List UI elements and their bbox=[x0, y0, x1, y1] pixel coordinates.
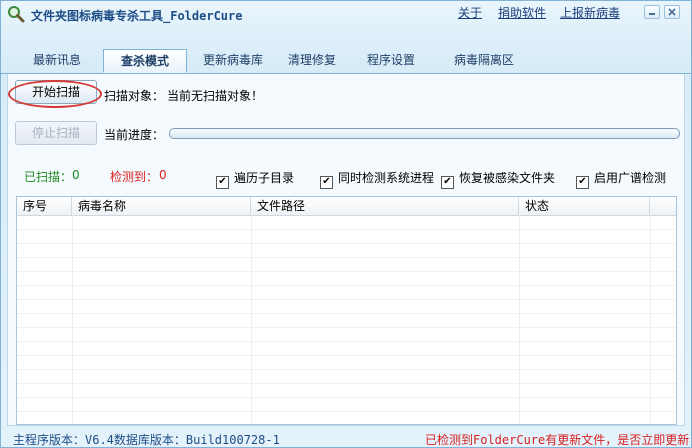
app-title: 文件夹图标病毒专杀工具_FolderCure bbox=[31, 9, 243, 23]
minimize-icon bbox=[649, 13, 655, 15]
scanned-label: 已扫描： bbox=[24, 170, 73, 184]
table-row bbox=[17, 397, 676, 398]
column-divider bbox=[519, 215, 520, 424]
table-row bbox=[17, 369, 676, 370]
scanned-count: 0 bbox=[72, 168, 80, 182]
table-row bbox=[17, 271, 676, 272]
tab-bar: 最新讯息 查杀模式 更新病毒库 清理修复 程序设置 病毒隔离区 bbox=[1, 49, 691, 74]
table-row bbox=[17, 341, 676, 342]
checkmark-icon: ✔ bbox=[576, 176, 589, 189]
detected-label: 检测到： bbox=[110, 170, 159, 184]
table-row bbox=[17, 355, 676, 356]
donate-link[interactable]: 捐助软件 bbox=[498, 4, 546, 21]
column-divider bbox=[72, 215, 73, 424]
table-row bbox=[17, 299, 676, 300]
checkmark-icon: ✔ bbox=[216, 176, 229, 189]
tab-latest-news[interactable]: 最新讯息 bbox=[19, 49, 95, 72]
minimize-button[interactable] bbox=[644, 5, 660, 19]
tab-quarantine[interactable]: 病毒隔离区 bbox=[441, 49, 527, 72]
scan-target-label: 扫描对象： bbox=[104, 89, 165, 103]
progress-label: 当前进度： bbox=[104, 128, 165, 142]
checkmark-icon: ✔ bbox=[441, 176, 454, 189]
table-row bbox=[17, 285, 676, 286]
table-header: 序号 病毒名称 文件路径 状态 bbox=[17, 197, 676, 216]
tab-update-database[interactable]: 更新病毒库 bbox=[195, 49, 271, 72]
column-file-path[interactable]: 文件路径 bbox=[251, 197, 519, 215]
results-table: 序号 病毒名称 文件路径 状态 bbox=[16, 196, 677, 425]
status-bar: 主程序版本：V6.4数据库版本：Build100728-1 已检测到Folder… bbox=[1, 428, 691, 447]
highlight-ring bbox=[8, 80, 102, 108]
table-row bbox=[17, 313, 676, 314]
column-status[interactable]: 状态 bbox=[519, 197, 650, 215]
table-row bbox=[17, 327, 676, 328]
magnifier-icon bbox=[8, 6, 25, 23]
checkmark-icon: ✔ bbox=[320, 176, 333, 189]
table-row bbox=[17, 257, 676, 258]
scan-progress-bar bbox=[169, 128, 680, 139]
report-virus-link[interactable]: 上报新病毒 bbox=[560, 4, 620, 21]
close-icon bbox=[668, 8, 676, 16]
tab-scan-mode[interactable]: 查杀模式 bbox=[103, 49, 187, 73]
title-bar: 文件夹图标病毒专杀工具_FolderCure 关于 捐助软件 上报新病毒 bbox=[1, 1, 691, 27]
option-restore-folders[interactable]: ✔ 恢复被感染文件夹 bbox=[441, 169, 555, 189]
version-info: 主程序版本：V6.4数据库版本：Build100728-1 bbox=[13, 433, 280, 447]
stop-scan-button[interactable]: 停止扫描 bbox=[15, 121, 97, 145]
tab-cleanup-repair[interactable]: 清理修复 bbox=[277, 49, 347, 72]
option-recurse-subdirs[interactable]: ✔ 遍历子目录 bbox=[216, 169, 294, 189]
option-heuristic-detection[interactable]: ✔ 启用广谱检测 bbox=[576, 169, 666, 189]
update-notice[interactable]: 已检测到FolderCure有更新文件，是否立即更新 bbox=[425, 431, 689, 448]
scan-target-value: 当前无扫描对象！ bbox=[167, 89, 264, 103]
column-index[interactable]: 序号 bbox=[17, 197, 72, 215]
table-row bbox=[17, 229, 676, 230]
table-row bbox=[17, 243, 676, 244]
option-scan-processes[interactable]: ✔ 同时检测系统进程 bbox=[320, 169, 434, 189]
column-divider bbox=[251, 215, 252, 424]
about-link[interactable]: 关于 bbox=[458, 4, 482, 21]
app-window: 文件夹图标病毒专杀工具_FolderCure 关于 捐助软件 上报新病毒 最新讯… bbox=[0, 0, 692, 448]
table-row bbox=[17, 411, 676, 412]
column-virus-name[interactable]: 病毒名称 bbox=[72, 197, 251, 215]
close-button[interactable] bbox=[664, 5, 680, 19]
table-row bbox=[17, 383, 676, 384]
column-divider bbox=[650, 215, 651, 424]
tab-settings[interactable]: 程序设置 bbox=[357, 49, 425, 72]
detected-count: 0 bbox=[159, 168, 167, 182]
